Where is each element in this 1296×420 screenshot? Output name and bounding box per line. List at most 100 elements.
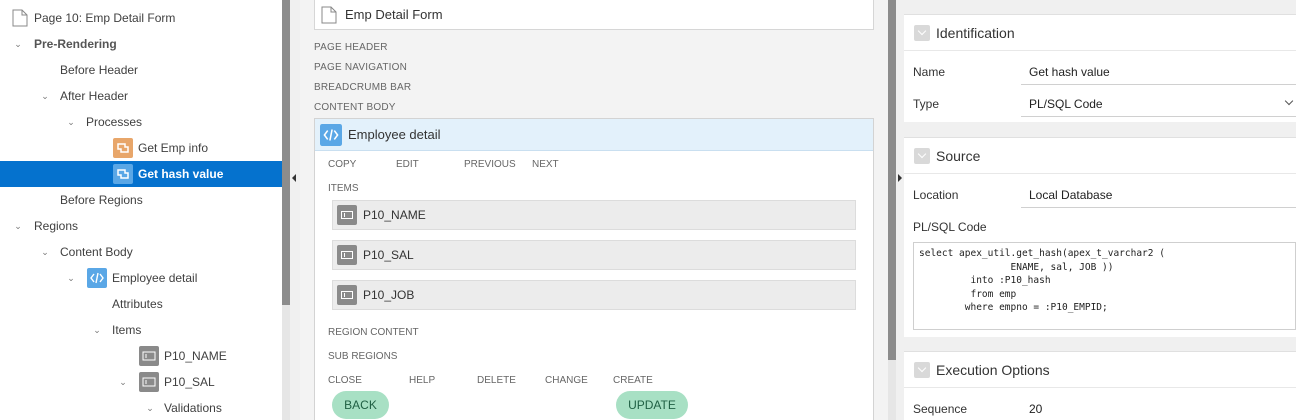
property-label: Name [913,65,946,79]
chevron-down-icon[interactable]: ⌄ [145,403,155,413]
section-content-body[interactable]: CONTENT BODY [314,102,396,113]
region-employee-detail[interactable]: Employee detail COPY EDIT PREVIOUS NEXT … [314,118,874,420]
position-previous[interactable]: PREVIOUS [464,159,516,170]
item-name: P10_JOB [363,288,415,302]
group-header[interactable]: Identification [904,15,1296,51]
rendering-tree: Page 10: Emp Detail Form ⌄ Pre-Rendering… [0,0,282,420]
tree-node-regions[interactable]: ⌄ Regions [0,213,282,239]
property-sequence: Sequence 20 [904,393,1296,420]
tree-node-pre-rendering[interactable]: ⌄ Pre-Rendering [0,31,282,57]
code-region-icon [320,123,342,146]
tree-node-attributes[interactable]: Attributes [0,291,282,317]
item-name: P10_NAME [363,208,426,222]
position-close[interactable]: CLOSE [328,375,362,386]
collapse-right-arrow-icon[interactable] [898,174,902,182]
property-label: Type [913,97,940,111]
tree-node-employee-detail[interactable]: ⌄ Employee detail [0,265,282,291]
property-type: Type PL/SQL Code [904,88,1296,120]
tree-node-page[interactable]: Page 10: Emp Detail Form [0,5,282,31]
collapse-icon[interactable] [914,24,930,41]
layout-item-p10-sal[interactable]: P10_SAL [332,240,856,270]
tree-node-label: Get Emp info [138,141,209,155]
back-button[interactable]: BACK [332,391,389,419]
layout-item-p10-name[interactable]: P10_NAME [332,200,856,230]
tree-node-label: Page 10: Emp Detail Form [34,11,176,25]
chevron-down-icon[interactable]: ⌄ [13,39,23,49]
property-label: Location [913,188,959,202]
chevron-down-icon[interactable]: ⌄ [40,91,50,101]
tree-node-get-emp-info[interactable]: Get Emp info [0,135,282,161]
chevron-down-icon[interactable]: ⌄ [66,273,76,283]
tree-node-label: Before Header [60,63,139,77]
group-title: Identification [936,24,1015,41]
sequence-field[interactable]: 20 [1029,402,1042,416]
position-delete[interactable]: DELETE [477,375,516,386]
property-label: Sequence [913,402,968,416]
tree-node-label: Items [112,323,142,337]
position-change[interactable]: CHANGE [545,375,588,386]
tree-node-label: After Header [60,89,129,103]
tree-node-get-hash-value[interactable]: Get hash value [0,161,282,187]
tree-node-validations[interactable]: ⌄ Validations [0,395,282,420]
process-icon [113,138,133,158]
chevron-down-icon[interactable] [1284,96,1294,106]
text-field-icon [139,346,159,366]
tree-node-after-header[interactable]: ⌄ After Header [0,83,282,109]
chevron-down-icon[interactable]: ⌄ [118,377,128,387]
group-header[interactable]: Source [904,138,1296,174]
type-select[interactable]: PL/SQL Code [1029,97,1103,111]
region-header[interactable]: Employee detail [315,119,873,151]
page-icon [321,6,337,24]
property-plsql-code: PL/SQL Code [904,211,1296,243]
process-icon [113,164,133,184]
chevron-down-icon[interactable]: ⌄ [66,117,76,127]
left-splitter[interactable] [290,0,300,420]
tree-node-before-regions[interactable]: Before Regions [0,187,282,213]
item-name: P10_SAL [363,248,414,262]
page-icon [10,8,30,28]
section-breadcrumb-bar[interactable]: BREADCRUMB BAR [314,82,411,93]
group-title: Execution Options [936,361,1050,378]
position-next[interactable]: NEXT [532,159,559,170]
chevron-down-icon[interactable]: ⌄ [92,325,102,335]
tree-node-items[interactable]: ⌄ Items [0,317,282,343]
update-button[interactable]: UPDATE [616,391,688,419]
position-help[interactable]: HELP [409,375,435,386]
name-field[interactable]: Get hash value [1029,65,1110,79]
tree-scrollbar-thumb[interactable] [282,0,290,305]
tree-node-label: Attributes [112,297,163,311]
region-content-label[interactable]: REGION CONTENT [328,327,419,338]
tree-node-processes[interactable]: ⌄ Processes [0,109,282,135]
tree-node-label: Validations [164,401,222,415]
location-select[interactable]: Local Database [1029,188,1112,202]
section-page-header[interactable]: PAGE HEADER [314,42,388,53]
chevron-down-icon[interactable]: ⌄ [40,247,50,257]
text-field-icon [337,285,357,305]
chevron-down-icon[interactable]: ⌄ [13,221,23,231]
right-splitter[interactable] [896,0,904,420]
tree-node-p10-sal[interactable]: ⌄ P10_SAL [0,369,282,395]
collapse-icon[interactable] [914,361,930,378]
position-copy[interactable]: COPY [328,159,356,170]
tree-node-label: Regions [34,219,79,233]
region-title: Employee detail [348,127,441,142]
layout-item-p10-job[interactable]: P10_JOB [332,280,856,310]
collapse-icon[interactable] [914,147,930,164]
position-create[interactable]: CREATE [613,375,653,386]
tree-node-before-header[interactable]: Before Header [0,57,282,83]
sub-regions-label[interactable]: SUB REGIONS [328,351,397,362]
collapse-left-arrow-icon[interactable] [292,174,296,182]
property-label: PL/SQL Code [913,220,987,234]
tree-node-label: P10_NAME [164,349,227,363]
layout-scrollbar-thumb[interactable] [888,0,896,360]
section-page-navigation[interactable]: PAGE NAVIGATION [314,62,407,73]
group-header[interactable]: Execution Options [904,352,1296,388]
layout-page-header[interactable]: Emp Detail Form [314,0,874,30]
position-edit[interactable]: EDIT [396,159,419,170]
tree-node-label: Employee detail [112,271,198,285]
plsql-code-editor[interactable]: select apex_util.get_hash(apex_t_varchar… [913,242,1296,330]
tree-node-label: Content Body [60,245,133,259]
tree-node-p10-name[interactable]: P10_NAME [0,343,282,369]
layout-panel: Emp Detail Form PAGE HEADER PAGE NAVIGAT… [300,0,888,420]
tree-node-content-body[interactable]: ⌄ Content Body [0,239,282,265]
